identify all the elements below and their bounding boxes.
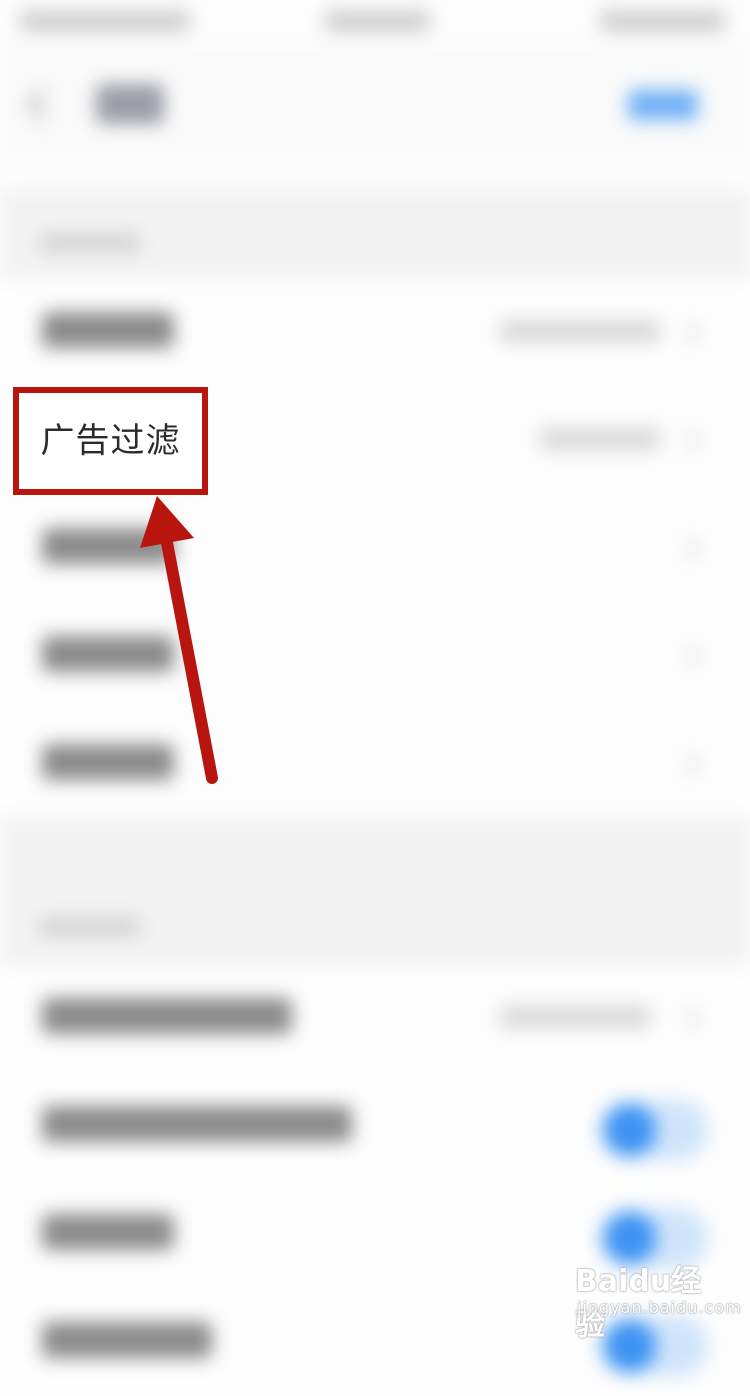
arrow-shaft	[157, 516, 218, 784]
baidu-jingyan-watermark: Baidu经验 jingyan.baidu.com	[575, 1250, 741, 1343]
annotation-arrow	[140, 496, 218, 784]
watermark-url: jingyan.baidu.com	[577, 1298, 742, 1317]
arrow-head	[140, 496, 194, 548]
